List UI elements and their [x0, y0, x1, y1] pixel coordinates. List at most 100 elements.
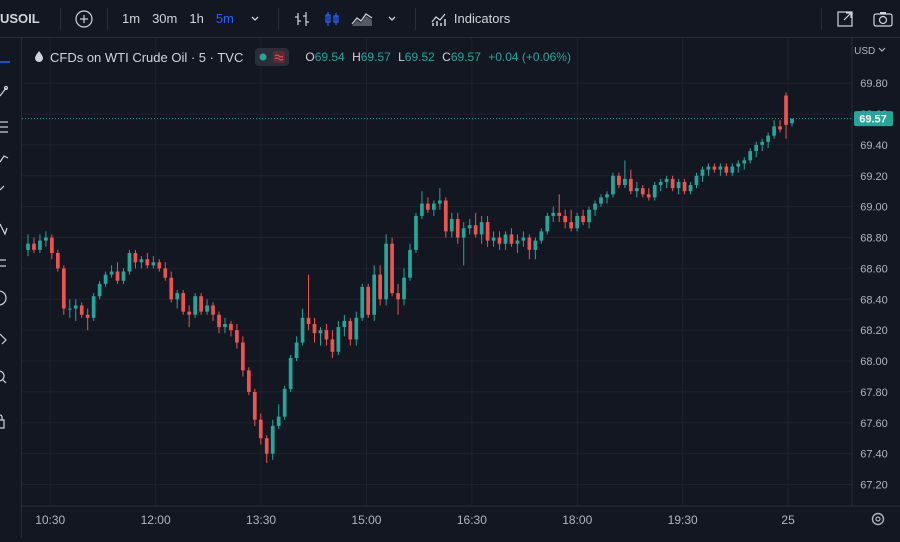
candle	[623, 160, 627, 189]
candle	[551, 206, 556, 223]
price-tick-label: 67.40	[860, 449, 888, 461]
candles-chart-icon[interactable]	[321, 8, 343, 30]
candle-body	[390, 243, 394, 294]
candle-body	[127, 252, 132, 272]
candle	[497, 231, 502, 250]
bars-chart-icon[interactable]	[291, 8, 313, 30]
price-tick-label: 68.20	[860, 325, 888, 337]
candle	[169, 271, 174, 303]
time-tick-label: 12:00	[141, 513, 171, 527]
candle-body	[330, 339, 335, 352]
interval-5m[interactable]: 5m	[210, 11, 240, 26]
camera-icon[interactable]	[872, 8, 894, 30]
candle	[742, 157, 747, 170]
low-label: L	[398, 50, 405, 64]
candle-body	[682, 181, 687, 192]
candle	[664, 175, 669, 189]
market-status-badge[interactable]	[255, 48, 290, 66]
candle	[384, 234, 388, 306]
candle	[449, 212, 454, 238]
candle	[748, 148, 753, 164]
candle-body	[157, 262, 162, 269]
interval-30m[interactable]: 30m	[146, 11, 183, 26]
interval-1h[interactable]: 1h	[183, 11, 209, 26]
candle-body	[348, 320, 353, 340]
candle-body	[485, 222, 490, 241]
candle	[408, 243, 412, 281]
close-label: C	[442, 50, 451, 64]
candle	[581, 209, 585, 226]
candle	[676, 178, 681, 195]
price-tick-label: 69.00	[860, 202, 888, 214]
candle-body	[26, 243, 30, 250]
candle	[467, 219, 472, 235]
indicators-icon[interactable]	[428, 8, 450, 30]
candle-body	[557, 212, 562, 216]
candle	[252, 388, 257, 426]
candle-body	[700, 169, 705, 176]
candle-body	[628, 178, 633, 192]
candle	[175, 290, 180, 309]
series-title[interactable]: CFDs on WTI Crude Oil · 5 · TVC	[50, 50, 243, 65]
area-chart-icon[interactable]	[351, 8, 373, 30]
candle-body	[44, 237, 48, 241]
add-symbol-icon[interactable]	[73, 8, 95, 30]
chevron-down-icon[interactable]	[244, 8, 266, 30]
candlestick-chart[interactable]: 67.20 67.40 67.60 67.80 68.00 68.20 68.40 68.60…	[0, 0, 900, 537]
candle	[426, 197, 430, 213]
candle	[646, 188, 651, 201]
price-tick-label: 68.60	[860, 263, 888, 275]
candle	[241, 336, 245, 377]
price-tick-label: 67.60	[860, 418, 888, 430]
interval-1m[interactable]: 1m	[116, 11, 146, 26]
candle	[503, 231, 508, 250]
candle	[312, 317, 317, 343]
currency-label: USD	[854, 46, 876, 57]
candle-body	[85, 314, 90, 318]
candle-body	[67, 308, 72, 310]
candle	[390, 237, 394, 297]
candle	[288, 354, 293, 392]
candle-body	[229, 324, 233, 331]
candle	[199, 293, 203, 315]
measure-icon	[0, 259, 6, 267]
candle-body	[676, 181, 681, 189]
candle-body	[193, 296, 197, 315]
chevron-down-icon[interactable]	[381, 8, 403, 30]
fullscreen-icon[interactable]	[834, 8, 856, 30]
candle	[611, 172, 615, 198]
candle	[396, 283, 400, 315]
drawing-toolbar	[0, 38, 22, 537]
candle	[420, 191, 424, 220]
candle-body	[742, 160, 747, 164]
candle-body	[91, 296, 96, 318]
candle-body	[688, 185, 693, 192]
candle	[366, 283, 371, 318]
candle-body	[414, 215, 418, 250]
candle	[211, 302, 215, 321]
candle-body	[772, 126, 776, 136]
candle-body	[282, 388, 287, 417]
drawing-tools[interactable]	[0, 38, 22, 537]
candle	[193, 293, 197, 318]
candle-body	[181, 293, 186, 312]
candle	[473, 212, 478, 238]
candle-body	[115, 271, 120, 281]
time-tick-label: 10:30	[35, 513, 65, 527]
symbol-name[interactable]: USOIL	[0, 11, 52, 26]
candle-body	[354, 317, 359, 340]
indicators-button[interactable]: Indicators	[454, 11, 516, 26]
candle-body	[133, 252, 138, 263]
candle-body	[294, 342, 299, 358]
candle-body	[718, 166, 723, 170]
divider	[414, 7, 416, 30]
time-tick-label: 15:00	[351, 513, 381, 527]
candle	[533, 237, 538, 260]
candle-body	[55, 252, 60, 269]
candle-body	[211, 305, 215, 315]
settings-gear-icon[interactable]	[871, 512, 885, 526]
price-axis: 67.20 67.40 67.60 67.80 68.00 68.20 68.40 68.60…	[860, 78, 888, 491]
currency-selector[interactable]: USD	[854, 46, 886, 57]
candle	[432, 200, 436, 216]
candle	[443, 197, 448, 238]
